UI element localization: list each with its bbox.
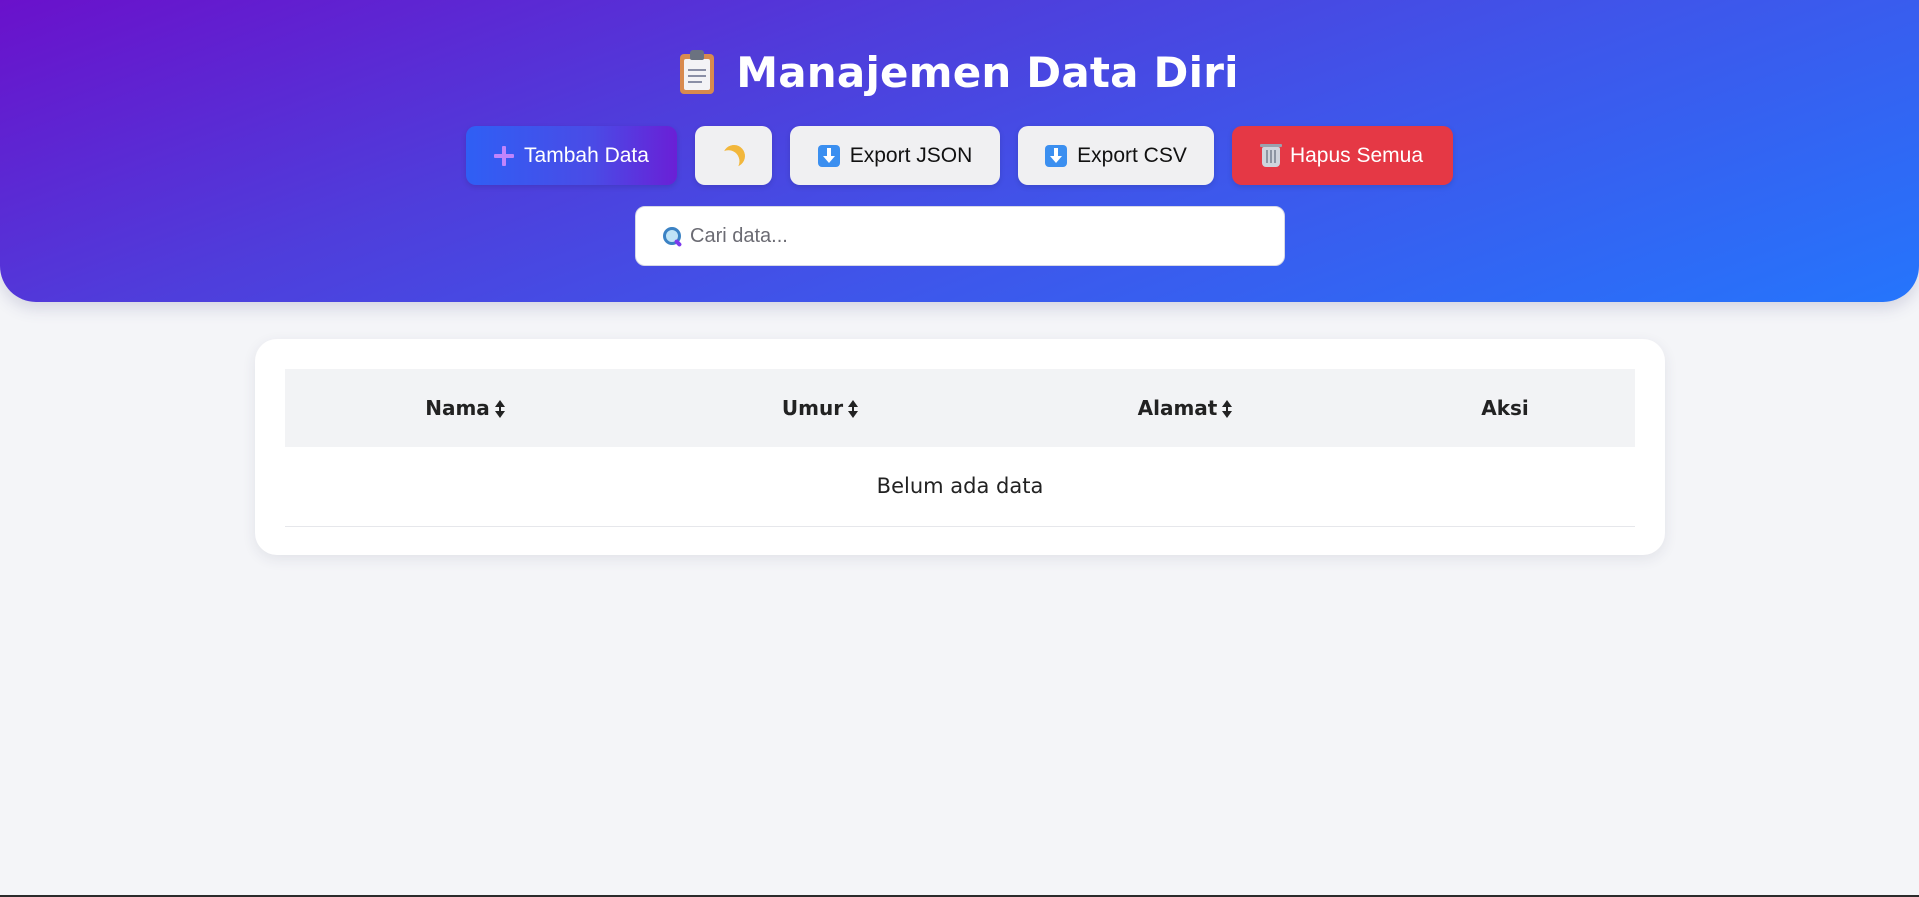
sort-icon — [848, 400, 859, 418]
delete-all-label: Hapus Semua — [1289, 143, 1424, 167]
export-json-button[interactable]: Export JSON — [790, 126, 1000, 185]
table-body: Belum ada data — [285, 447, 1635, 527]
column-header-umur[interactable]: Umur — [645, 369, 995, 447]
search-icon — [662, 226, 682, 246]
column-header-nama[interactable]: Nama — [285, 369, 645, 447]
empty-state-message: Belum ada data — [285, 447, 1635, 527]
theme-toggle-button[interactable] — [695, 126, 772, 185]
table-header-row: Nama Umur Alamat Aksi — [285, 369, 1635, 447]
column-header-aksi: Aksi — [1375, 369, 1635, 447]
search-input[interactable] — [690, 216, 1270, 256]
column-header-alamat[interactable]: Alamat — [995, 369, 1375, 447]
title-row: Manajemen Data Diri — [0, 44, 1919, 100]
page-title: Manajemen Data Diri — [736, 47, 1239, 97]
column-label: Aksi — [1481, 396, 1529, 420]
delete-all-button[interactable]: Hapus Semua — [1232, 126, 1453, 185]
download-icon — [1045, 144, 1068, 167]
export-json-label: Export JSON — [849, 143, 973, 167]
add-data-label: Tambah Data — [524, 143, 649, 167]
table-header: Nama Umur Alamat Aksi — [285, 369, 1635, 447]
moon-icon — [719, 141, 747, 169]
page: Manajemen Data Diri Tambah Data Export J… — [0, 0, 1919, 897]
app-header: Manajemen Data Diri Tambah Data Export J… — [0, 0, 1919, 302]
download-icon — [817, 144, 840, 167]
sort-icon — [1222, 400, 1233, 418]
toolbar: Tambah Data Export JSON Export CSV Hapus… — [0, 126, 1919, 185]
clipboard-icon — [680, 50, 715, 94]
export-csv-button[interactable]: Export CSV — [1018, 126, 1214, 185]
search-box — [635, 206, 1285, 266]
column-label: Nama — [425, 396, 490, 420]
column-label: Umur — [781, 396, 844, 420]
export-csv-label: Export CSV — [1077, 143, 1187, 167]
add-data-button[interactable]: Tambah Data — [466, 126, 677, 185]
data-table-card: Nama Umur Alamat Aksi Belum ada data — [255, 339, 1665, 555]
column-label: Alamat — [1137, 396, 1218, 420]
sort-icon — [494, 400, 505, 418]
trash-icon — [1259, 143, 1282, 167]
plus-icon — [494, 145, 515, 166]
empty-row: Belum ada data — [285, 447, 1635, 527]
data-table: Nama Umur Alamat Aksi Belum ada data — [285, 369, 1635, 527]
